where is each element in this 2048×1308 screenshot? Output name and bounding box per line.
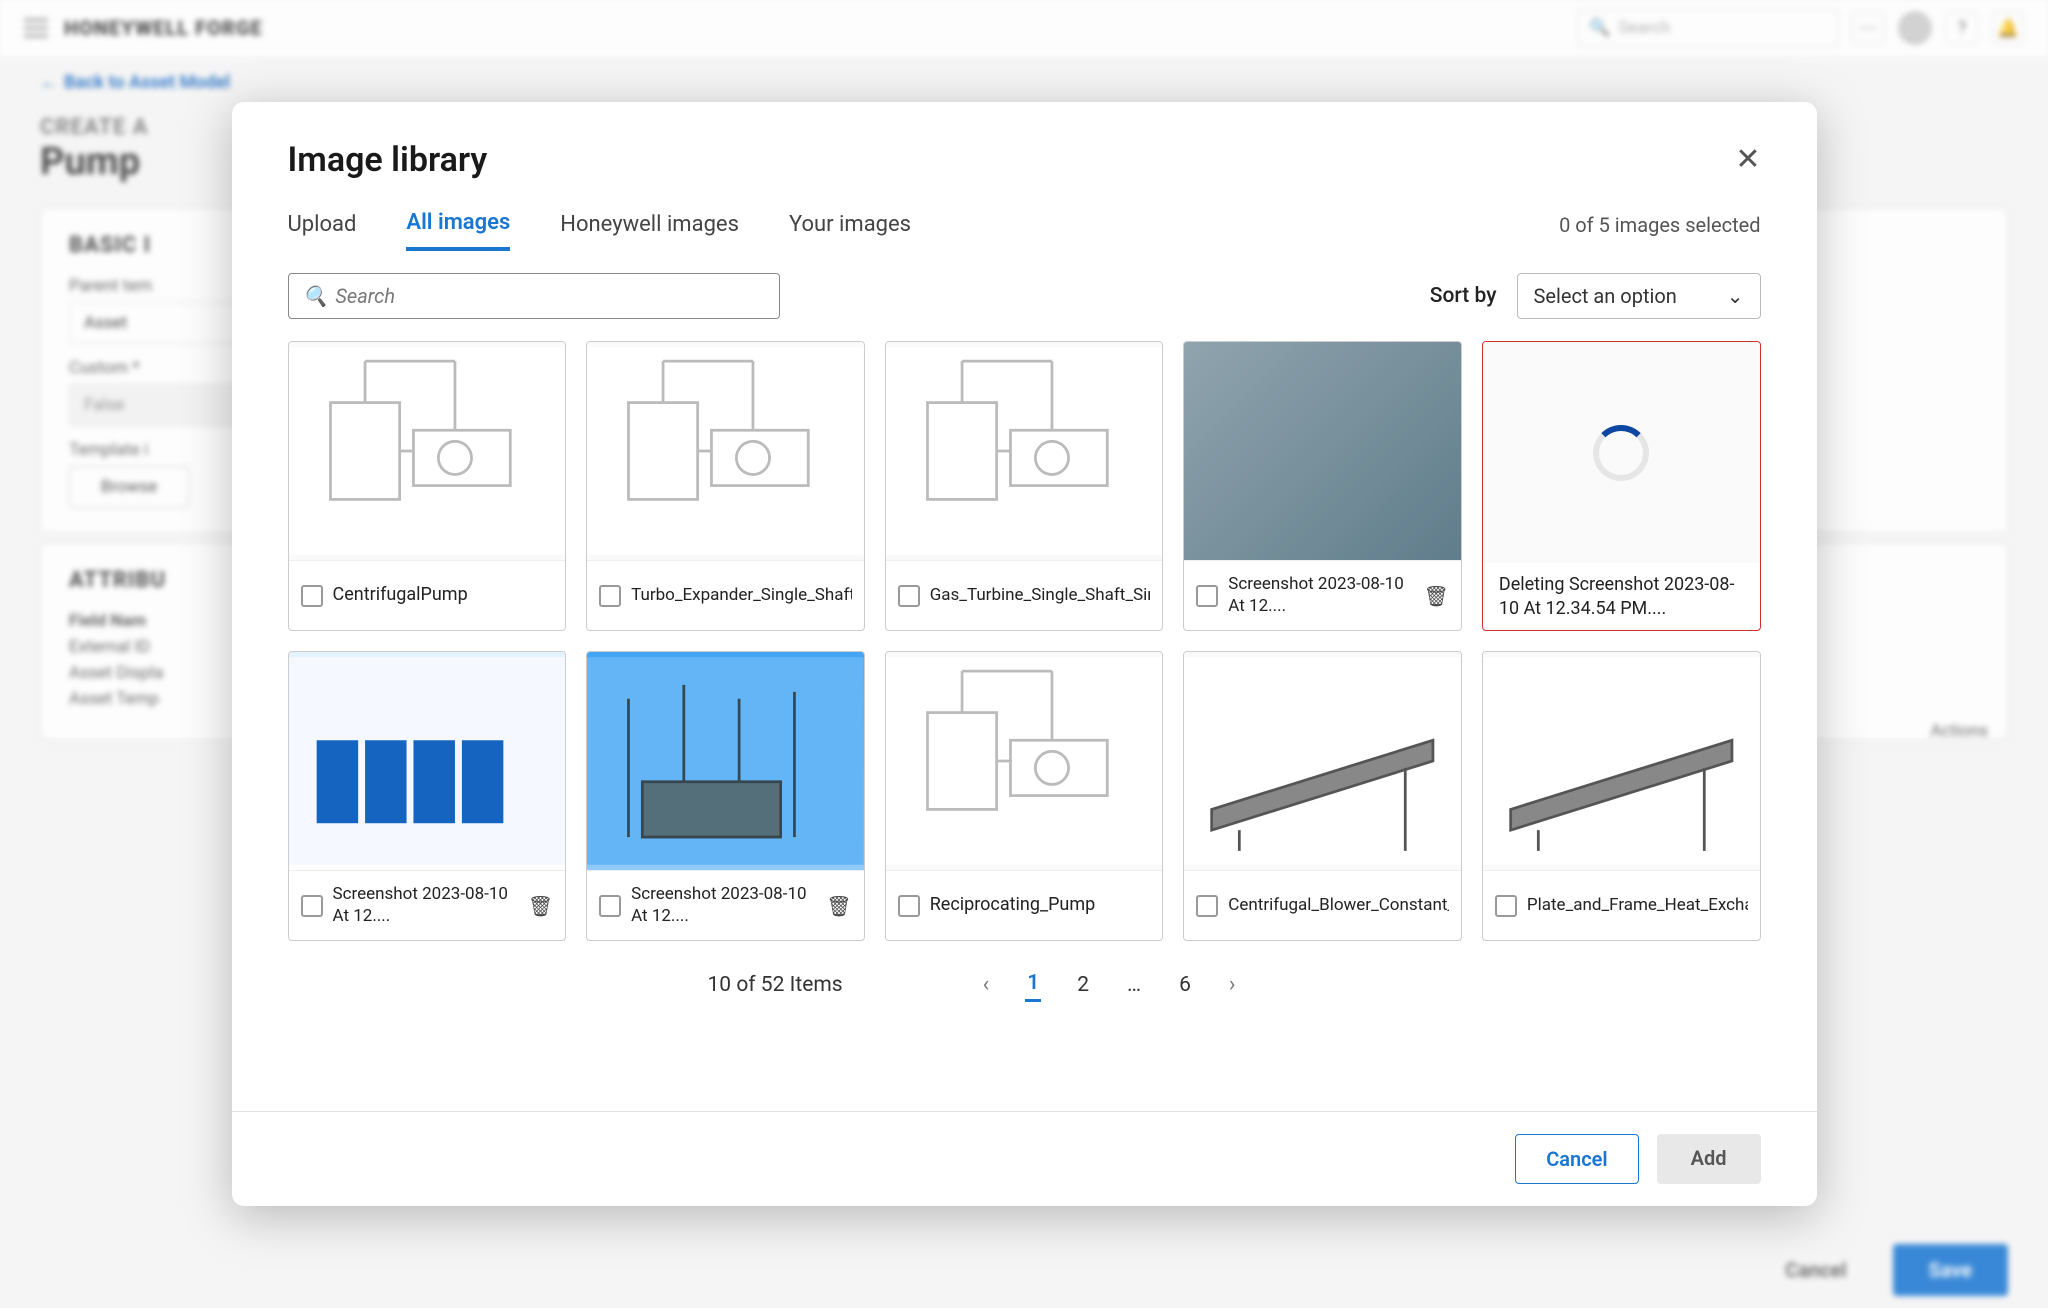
image-card[interactable]: CentrifugalPump	[288, 341, 567, 631]
image-label: Turbo_Expander_Single_Shaft_Single_Unit_…	[631, 585, 852, 606]
modal-tabs: Upload All images Honeywell images Your …	[232, 198, 1817, 251]
image-card[interactable]: Screenshot 2023-08-10 At 12.... 🗑	[1183, 341, 1462, 631]
image-search-input[interactable]: 🔍 Search	[288, 273, 780, 319]
modal-title: Image library	[288, 140, 488, 180]
search-icon: 🔍	[303, 284, 328, 308]
page-1[interactable]: 1	[1025, 967, 1041, 1002]
select-checkbox[interactable]	[898, 585, 920, 607]
image-label: Screenshot 2023-08-10 At 12....	[333, 884, 518, 927]
select-checkbox[interactable]	[898, 895, 920, 917]
image-card[interactable]: Turbo_Expander_Single_Shaft_Single_Unit_…	[586, 341, 865, 631]
image-library-modal: Image library ✕ Upload All images Honeyw…	[232, 102, 1817, 1206]
image-grid: CentrifugalPump Turbo_Expander_Single_Sha…	[232, 319, 1817, 945]
page-prev[interactable]: ‹	[981, 968, 992, 1001]
image-thumbnail	[1184, 652, 1461, 870]
select-checkbox[interactable]	[1196, 585, 1218, 607]
tab-your-images[interactable]: Your images	[789, 200, 911, 249]
image-label: Reciprocating_Pump	[930, 894, 1096, 917]
select-checkbox[interactable]	[1196, 895, 1218, 917]
image-caption: Reciprocating_Pump	[886, 870, 1163, 940]
select-checkbox[interactable]	[1495, 895, 1517, 917]
image-card[interactable]: Screenshot 2023-08-10 At 12.... 🗑	[586, 651, 865, 941]
selection-count: 0 of 5 images selected	[1559, 213, 1760, 237]
page-6[interactable]: 6	[1177, 969, 1193, 1001]
page-next[interactable]: ›	[1227, 968, 1238, 1001]
sort-by-label: Sort by	[1430, 284, 1497, 308]
select-checkbox[interactable]	[599, 585, 621, 607]
image-card[interactable]: Screenshot 2023-08-10 At 12.... 🗑	[288, 651, 567, 941]
image-thumbnail	[1184, 342, 1461, 560]
pager-count: 10 of 52 Items	[708, 973, 843, 997]
image-caption: Plate_and_Frame_Heat_Exchanger	[1483, 870, 1760, 940]
image-thumbnail	[1483, 342, 1760, 563]
image-card[interactable]: Plate_and_Frame_Heat_Exchanger	[1482, 651, 1761, 941]
image-card[interactable]: Gas_Turbine_Single_Shaft_Simple_Cycle	[885, 341, 1164, 631]
image-label: Screenshot 2023-08-10 At 12....	[1228, 574, 1413, 617]
image-thumbnail	[289, 342, 566, 560]
page-ellipsis: …	[1125, 969, 1143, 1001]
page-2[interactable]: 2	[1075, 969, 1091, 1001]
select-checkbox[interactable]	[301, 895, 323, 917]
delete-icon[interactable]: 🗑	[826, 894, 851, 918]
delete-icon[interactable]: 🗑	[528, 894, 553, 918]
image-thumbnail	[587, 652, 864, 870]
tab-upload[interactable]: Upload	[288, 200, 357, 249]
tab-all-images[interactable]: All images	[406, 198, 510, 251]
modal-overlay: Image library ✕ Upload All images Honeyw…	[0, 0, 2048, 1308]
image-thumbnail	[886, 652, 1163, 870]
sort-by-select[interactable]: Select an option ⌄	[1517, 273, 1761, 319]
chevron-down-icon: ⌄	[1727, 284, 1744, 308]
image-thumbnail	[289, 652, 566, 870]
image-thumbnail	[587, 342, 864, 560]
image-label: Screenshot 2023-08-10 At 12....	[631, 884, 816, 927]
pagination: ‹ 1 2 … 6 ›	[981, 967, 1238, 1002]
select-checkbox[interactable]	[301, 585, 323, 607]
image-label: Plate_and_Frame_Heat_Exchanger	[1527, 895, 1748, 916]
deleting-status-label: Deleting Screenshot 2023-08-10 At 12.34.…	[1483, 563, 1760, 630]
image-card[interactable]: Centrifugal_Blower_Constant_Speed	[1183, 651, 1462, 941]
image-label: Gas_Turbine_Single_Shaft_Simple_Cycle	[930, 585, 1151, 606]
delete-icon[interactable]: 🗑	[1424, 584, 1449, 608]
image-label: CentrifugalPump	[333, 584, 468, 607]
image-caption: Screenshot 2023-08-10 At 12.... 🗑	[1184, 560, 1461, 630]
image-thumbnail	[1483, 652, 1760, 870]
image-caption: Centrifugal_Blower_Constant_Speed	[1184, 870, 1461, 940]
loading-spinner-icon	[1593, 425, 1649, 481]
image-caption: Screenshot 2023-08-10 At 12.... 🗑	[587, 870, 864, 940]
image-caption: Gas_Turbine_Single_Shaft_Simple_Cycle	[886, 560, 1163, 630]
image-label: Centrifugal_Blower_Constant_Speed	[1228, 895, 1449, 916]
cancel-button[interactable]: Cancel	[1515, 1134, 1638, 1184]
image-card[interactable]: Deleting Screenshot 2023-08-10 At 12.34.…	[1482, 341, 1761, 631]
image-caption: Screenshot 2023-08-10 At 12.... 🗑	[289, 870, 566, 940]
select-checkbox[interactable]	[599, 895, 621, 917]
add-button[interactable]: Add	[1657, 1134, 1761, 1184]
image-card[interactable]: Reciprocating_Pump	[885, 651, 1164, 941]
image-thumbnail	[886, 342, 1163, 560]
image-caption: CentrifugalPump	[289, 560, 566, 630]
tab-honeywell-images[interactable]: Honeywell images	[560, 200, 739, 249]
image-caption: Turbo_Expander_Single_Shaft_Single_Unit_…	[587, 560, 864, 630]
close-icon[interactable]: ✕	[1735, 145, 1760, 175]
